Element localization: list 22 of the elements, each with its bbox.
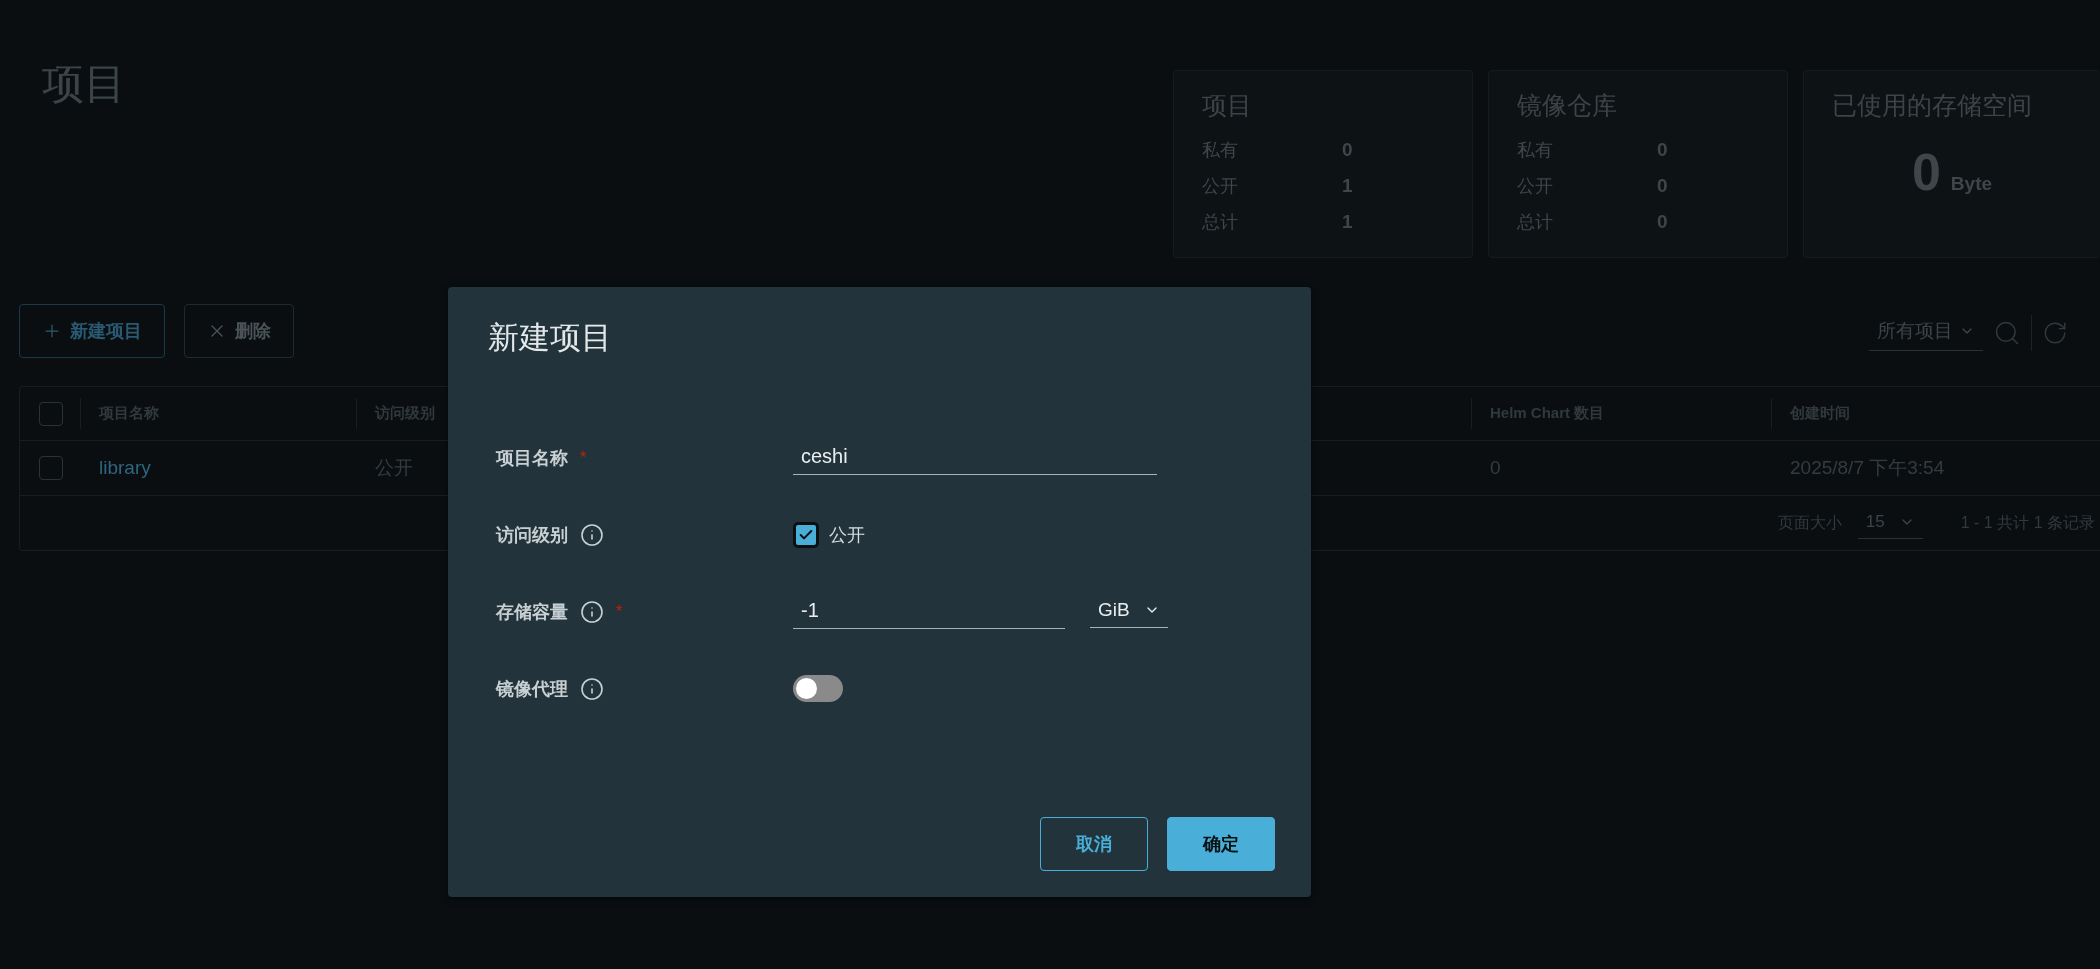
info-icon[interactable]: [580, 522, 604, 547]
dialog-title: 新建项目: [488, 319, 613, 357]
select-all-checkbox[interactable]: [39, 401, 63, 426]
info-icon[interactable]: [580, 599, 604, 624]
field-label: 存储容量: [496, 600, 568, 624]
field-label: 项目名称: [496, 446, 568, 470]
info-icon[interactable]: [580, 676, 604, 701]
new-project-button[interactable]: 新建项目: [19, 304, 165, 358]
checkbox-label: 公开: [829, 523, 865, 547]
field-label: 访问级别: [496, 523, 568, 547]
row-checkbox[interactable]: [39, 456, 63, 480]
confirm-button[interactable]: 确定: [1167, 817, 1275, 871]
field-label: 镜像代理: [496, 677, 568, 701]
public-checkbox[interactable]: [793, 521, 819, 548]
unit-select[interactable]: GiB: [1090, 595, 1168, 628]
project-link[interactable]: library: [99, 457, 151, 479]
required-mark: *: [616, 602, 623, 621]
cancel-button[interactable]: 取消: [1040, 817, 1148, 871]
required-mark: *: [580, 448, 587, 467]
proxy-toggle[interactable]: [793, 675, 843, 702]
project-name-input[interactable]: ceshi: [793, 440, 1157, 475]
storage-quota-input[interactable]: -1: [793, 594, 1065, 629]
